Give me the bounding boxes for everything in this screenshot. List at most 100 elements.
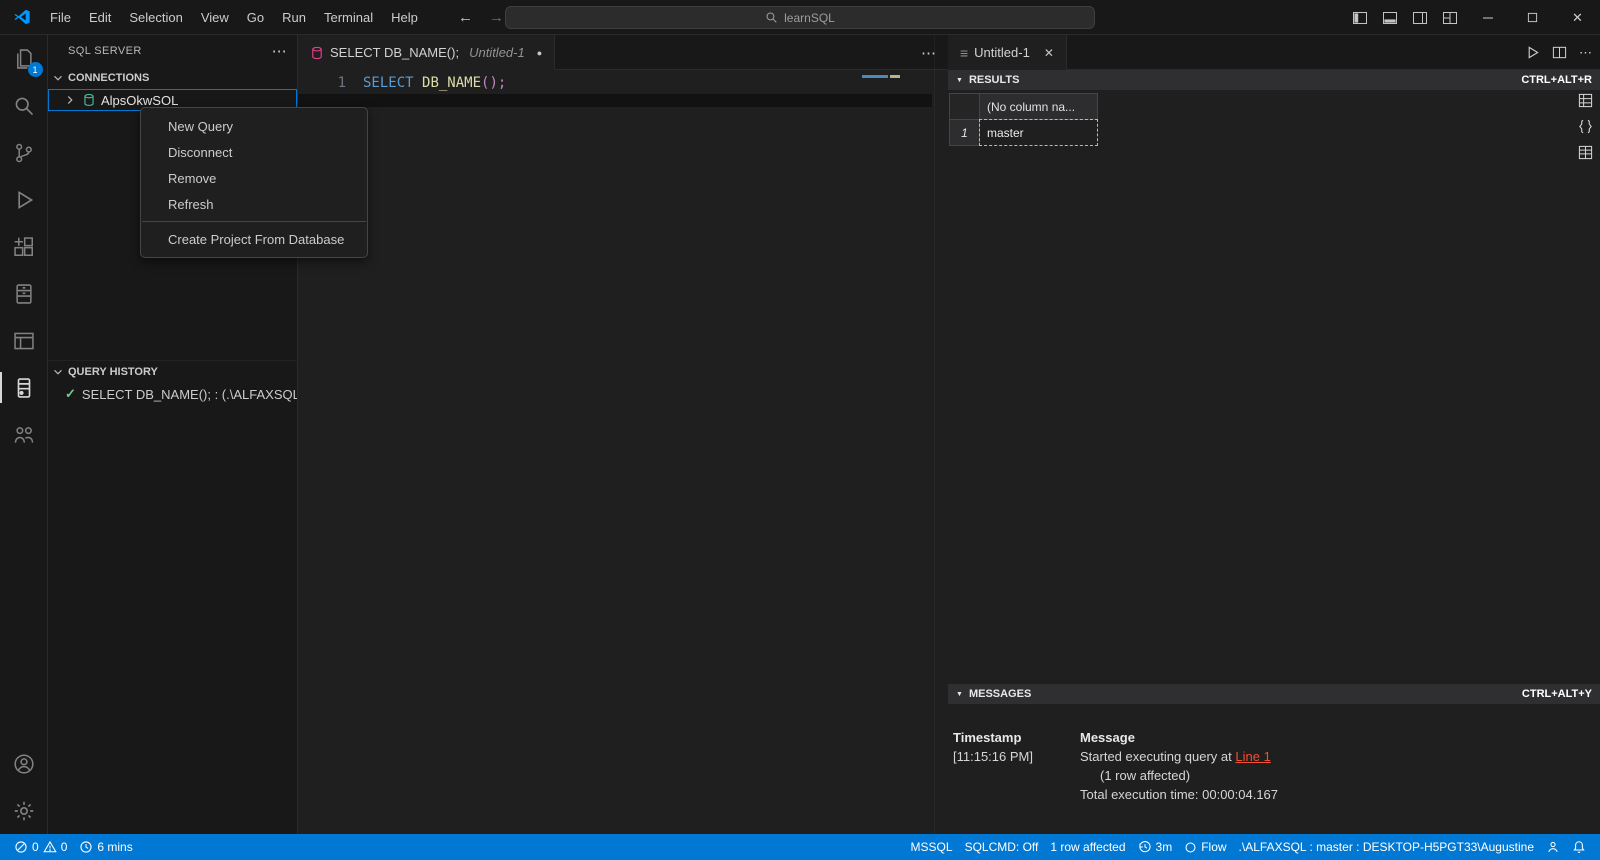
back-button[interactable]: ← xyxy=(458,9,473,26)
save-as-csv-icon[interactable] xyxy=(1578,93,1593,108)
activity-explorer[interactable]: 1 xyxy=(0,35,48,82)
title-bar: File Edit Selection View Go Run Terminal… xyxy=(0,0,1600,35)
menu-selection[interactable]: Selection xyxy=(120,0,191,34)
mssql-status[interactable]: MSSQL xyxy=(905,840,959,854)
query-history-item-label: SELECT DB_NAME(); : (.\ALFAXSQL|... xyxy=(81,386,297,402)
menu-help[interactable]: Help xyxy=(382,0,427,34)
connection-context-menu: New Query Disconnect Remove Refresh Crea… xyxy=(140,107,368,258)
source-control-icon xyxy=(13,142,35,164)
menu-view[interactable]: View xyxy=(192,0,238,34)
menu-edit[interactable]: Edit xyxy=(80,0,120,34)
close-tab-icon[interactable]: ✕ xyxy=(1044,46,1054,60)
query-history-item[interactable]: ✓ SELECT DB_NAME(); : (.\ALFAXSQL|... xyxy=(48,383,297,405)
activity-sql-server[interactable] xyxy=(0,364,48,411)
chevron-right-icon[interactable] xyxy=(63,93,77,107)
bell-icon xyxy=(1572,840,1586,854)
activity-source-control[interactable] xyxy=(0,129,48,176)
flow-status[interactable]: Flow xyxy=(1178,840,1232,854)
activity-run-debug[interactable] xyxy=(0,176,48,223)
editor-group-results: ≡ Untitled-1 ✕ ⋯ ▼ RESULTS CTRL+ALT+R (N… xyxy=(948,35,1600,834)
context-menu-create-project[interactable]: Create Project From Database xyxy=(141,226,367,252)
rows-affected-status[interactable]: 1 row affected xyxy=(1044,840,1131,854)
context-menu-disconnect[interactable]: Disconnect xyxy=(141,139,367,165)
tab-subtitle: Untitled-1 xyxy=(469,45,525,60)
code-line-1: SELECT DB_NAME(); xyxy=(298,73,948,93)
toggle-primary-sidebar-icon[interactable] xyxy=(1345,0,1375,35)
problems-indicator[interactable]: 0 0 xyxy=(8,834,73,860)
grid-row-number[interactable]: 1 xyxy=(949,119,980,146)
grid-corner-cell[interactable] xyxy=(949,93,980,120)
results-section-header[interactable]: ▼ RESULTS CTRL+ALT+R xyxy=(948,70,1600,90)
session-timer[interactable]: 6 mins xyxy=(73,834,138,860)
menu-run[interactable]: Run xyxy=(273,0,315,34)
connections-section-header[interactable]: CONNECTIONS xyxy=(48,67,297,89)
activity-database-projects[interactable] xyxy=(0,270,48,317)
toggle-secondary-sidebar-icon[interactable] xyxy=(1405,0,1435,35)
close-window-button[interactable]: ✕ xyxy=(1555,0,1600,35)
search-text: learnSQL xyxy=(784,10,835,25)
results-tab-title: Untitled-1 xyxy=(974,45,1030,60)
editor-scrollbar[interactable] xyxy=(934,35,948,834)
extensions-icon xyxy=(13,236,35,258)
code-editor[interactable]: 1 SELECT DB_NAME(); xyxy=(298,70,948,107)
grid-column-header[interactable]: (No column na... xyxy=(979,93,1098,120)
error-count: 0 xyxy=(32,840,39,854)
results-grid: (No column na... 1 master xyxy=(949,93,1098,146)
menu-terminal[interactable]: Terminal xyxy=(315,0,382,34)
history-navigation: ← → xyxy=(458,0,504,35)
tab-title: SELECT DB_NAME(); xyxy=(330,45,460,60)
minimize-button[interactable] xyxy=(1465,0,1510,35)
menu-file[interactable]: File xyxy=(41,0,80,34)
minimap[interactable] xyxy=(860,72,932,132)
explorer-badge: 1 xyxy=(27,62,43,77)
feedback-item[interactable] xyxy=(1540,840,1566,854)
activity-table-designer[interactable] xyxy=(0,317,48,364)
save-as-json-icon[interactable] xyxy=(1578,119,1593,134)
results-grid-area: (No column na... 1 master xyxy=(948,90,1600,684)
command-center-search[interactable]: learnSQL xyxy=(505,6,1095,29)
feedback-person-icon xyxy=(1546,840,1560,854)
modified-dot-icon[interactable]: ● xyxy=(537,48,542,58)
collapse-triangle-icon: ▼ xyxy=(956,76,963,84)
forward-button[interactable]: → xyxy=(489,9,504,26)
accounts-button[interactable] xyxy=(0,740,48,787)
context-menu-new-query[interactable]: New Query xyxy=(141,113,367,139)
run-query-button[interactable] xyxy=(1525,45,1540,60)
connection-status[interactable]: .\ALFAXSQL : master : DESKTOP-H5PGT33\Au… xyxy=(1233,840,1540,854)
results-list-icon: ≡ xyxy=(960,44,969,61)
activity-extensions[interactable] xyxy=(0,223,48,270)
connection-label: AlpsOkwSOL xyxy=(101,92,179,108)
messages-label: MESSAGES xyxy=(968,688,1032,700)
context-menu-remove[interactable]: Remove xyxy=(141,165,367,191)
context-menu-refresh[interactable]: Refresh xyxy=(141,191,367,217)
results-toolbar: ⋯ xyxy=(1525,35,1592,70)
more-actions-button[interactable]: ⋯ xyxy=(1579,45,1592,61)
toggle-panel-icon[interactable] xyxy=(1375,0,1405,35)
notifications-item[interactable] xyxy=(1566,840,1592,854)
messages-section-header[interactable]: ▼ MESSAGES CTRL+ALT+Y xyxy=(948,684,1600,704)
query-timer-status[interactable]: 3m xyxy=(1132,840,1179,854)
activity-search[interactable] xyxy=(0,82,48,129)
titlebar-controls: ✕ xyxy=(1345,0,1600,35)
editor-tab-bar: SELECT DB_NAME(); Untitled-1 ● ⋯ xyxy=(298,35,948,70)
maximize-button[interactable] xyxy=(1510,0,1555,35)
grid-cell-master[interactable]: master xyxy=(979,119,1098,146)
customize-layout-icon[interactable] xyxy=(1435,0,1465,35)
activity-organization[interactable] xyxy=(0,411,48,458)
line-1-link[interactable]: Line 1 xyxy=(1235,749,1270,764)
tab-results-untitled-1[interactable]: ≡ Untitled-1 ✕ xyxy=(948,35,1067,70)
menu-go[interactable]: Go xyxy=(238,0,273,34)
error-circle-icon xyxy=(14,840,28,854)
menu-bar: File Edit Selection View Go Run Terminal… xyxy=(41,0,427,34)
sidebar-more-actions[interactable]: ⋯ xyxy=(272,42,287,60)
message-row-1: Started executing query at Line 1 xyxy=(1080,749,1271,764)
vscode-logo-icon xyxy=(13,8,31,26)
query-history-section-header[interactable]: QUERY HISTORY xyxy=(48,361,297,383)
search-icon xyxy=(13,95,35,117)
split-editor-button[interactable] xyxy=(1552,45,1567,60)
line-number-gutter: 1 xyxy=(298,73,346,93)
save-as-excel-icon[interactable] xyxy=(1578,145,1593,160)
settings-button[interactable] xyxy=(0,787,48,834)
tab-query-untitled-1[interactable]: SELECT DB_NAME(); Untitled-1 ● xyxy=(298,35,556,70)
sqlcmd-status[interactable]: SQLCMD: Off xyxy=(959,840,1045,854)
